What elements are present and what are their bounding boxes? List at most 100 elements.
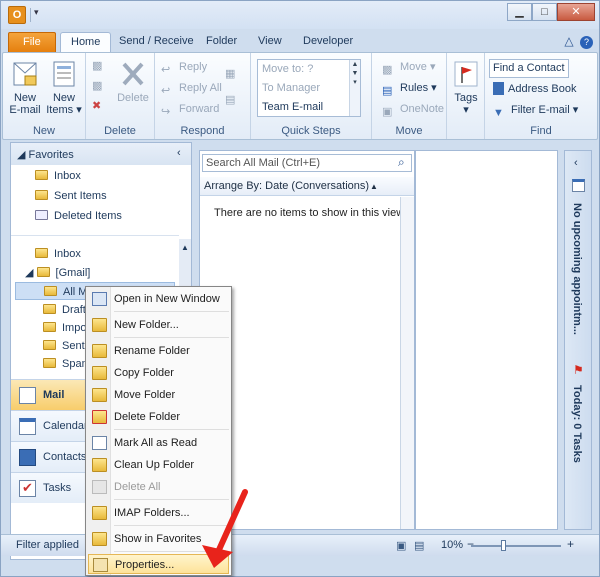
today-tasks[interactable]: Today: 0 Tasks: [571, 385, 583, 463]
menu-label: Delete All: [114, 481, 161, 493]
quick-steps-scroll[interactable]: ▲ ▼ ▾: [349, 60, 360, 116]
delete-label: Delete: [117, 92, 149, 104]
clean-up-icon[interactable]: ▩: [92, 77, 102, 95]
flag-icon: [454, 61, 478, 87]
onenote-button[interactable]: ▣ OneNote: [382, 100, 444, 118]
folder-spam[interactable]: Spam: [43, 355, 91, 373]
view-normal-icon[interactable]: ▣: [396, 539, 406, 552]
folder-inbox[interactable]: Inbox: [35, 245, 81, 263]
search-icon[interactable]: ⌕: [398, 155, 405, 170]
menu-label: Show in Favorites: [114, 533, 202, 545]
group-tags: Tags ▾: [447, 53, 485, 139]
favorites-icon: [92, 532, 107, 546]
title-bar: O ▾ ▁ □ ✕: [1, 1, 599, 29]
help-icon[interactable]: ?: [580, 36, 593, 49]
address-book-label: Address Book: [508, 83, 577, 95]
folder-gmail[interactable]: ◢ [Gmail]: [25, 264, 90, 282]
delete-all-icon: [92, 480, 107, 494]
tab-folder[interactable]: Folder: [196, 32, 247, 53]
menu-delete-folder[interactable]: Delete Folder: [88, 407, 229, 427]
maximize-button[interactable]: □: [532, 3, 557, 21]
junk-icon[interactable]: ✖: [92, 97, 101, 115]
menu-show-in-favorites[interactable]: Show in Favorites: [88, 529, 229, 549]
sort-icon[interactable]: ▲: [370, 177, 378, 196]
move-button[interactable]: ▩ Move ▾: [382, 58, 435, 76]
expand-todo-icon[interactable]: ‹: [574, 157, 578, 169]
tab-developer[interactable]: Developer: [293, 32, 363, 53]
quick-step-move-to[interactable]: Move to: ?: [258, 60, 360, 79]
zoom-knob[interactable]: [501, 540, 506, 551]
arrange-by[interactable]: Arrange By: Date (Conversations) ▲: [200, 177, 414, 196]
menu-properties[interactable]: Properties...: [88, 554, 229, 574]
outlook-logo-icon[interactable]: O: [8, 6, 26, 24]
tab-file[interactable]: File: [8, 32, 56, 53]
rules-button[interactable]: ▤ Rules ▾: [382, 79, 437, 97]
delete-button[interactable]: Delete: [116, 59, 150, 104]
quick-step-team-email[interactable]: Team E-mail: [258, 98, 360, 117]
folder-icon: [43, 322, 56, 332]
close-button[interactable]: ✕: [557, 3, 595, 21]
list-scrollbar[interactable]: [400, 197, 414, 529]
zoom-out-icon[interactable]: −: [467, 537, 474, 551]
tab-view[interactable]: View: [248, 32, 292, 53]
new-items-button[interactable]: New Items ▾: [45, 59, 83, 116]
tags-button[interactable]: Tags ▾: [450, 59, 482, 116]
reply-icon: ↩: [161, 64, 171, 76]
reply-all-button[interactable]: ↩ Reply All: [161, 79, 222, 97]
qat-customize-icon[interactable]: ▾: [34, 7, 39, 18]
reply-button[interactable]: ↩ Reply: [161, 58, 207, 76]
group-respond-label: Respond: [180, 125, 225, 137]
menu-label: Delete Folder: [114, 411, 181, 423]
fav-deleted-items[interactable]: Deleted Items: [35, 207, 122, 225]
group-delete-label: Delete: [104, 125, 136, 137]
group-quick-steps-label: Quick Steps: [281, 125, 341, 137]
menu-mark-all-read[interactable]: Mark All as Read: [88, 433, 229, 453]
new-email-button[interactable]: New E-mail: [7, 59, 43, 116]
quick-step-to-manager[interactable]: To Manager: [258, 79, 360, 98]
menu-imap-folders[interactable]: IMAP Folders...: [88, 503, 229, 523]
upcoming-appointments[interactable]: No upcoming appointm...: [571, 203, 583, 335]
group-new: New E-mail New Items ▾ New: [3, 53, 86, 139]
tab-send-receive[interactable]: Send / Receive: [109, 32, 204, 53]
reply-all-label: Reply All: [179, 82, 222, 94]
more-respond-icon[interactable]: ▤: [225, 91, 235, 109]
nav-scroll-up-icon[interactable]: ▲: [181, 239, 189, 257]
fav-inbox[interactable]: Inbox: [35, 167, 81, 185]
fav-deleted-label: Deleted Items: [54, 210, 122, 222]
folder-inbox-label: Inbox: [54, 248, 81, 260]
group-find: Find a Contact ▾ Address Book ▼ Filter E-…: [485, 53, 597, 139]
move-label: Move ▾: [400, 61, 436, 73]
folder-icon: [36, 267, 50, 277]
menu-separator: [114, 525, 229, 526]
zoom-in-icon[interactable]: +: [567, 537, 574, 551]
menu-copy-folder[interactable]: Copy Folder: [88, 363, 229, 383]
menu-delete-all: Delete All: [88, 477, 229, 497]
menu-label: Open in New Window: [114, 293, 220, 305]
qat-separator: [30, 8, 31, 22]
tab-home[interactable]: Home: [60, 32, 112, 53]
favorites-toggle[interactable]: ◢ Favorites: [17, 146, 74, 164]
empty-message: There are no items to show in this view.: [214, 207, 407, 219]
new-email-icon: [13, 62, 37, 86]
zoom-slider[interactable]: [471, 545, 561, 547]
menu-new-folder[interactable]: New Folder...: [88, 315, 229, 335]
view-reading-icon[interactable]: ▤: [414, 539, 424, 552]
fav-sent-items[interactable]: Sent Items: [35, 187, 107, 205]
menu-clean-up-folder[interactable]: Clean Up Folder: [88, 455, 229, 475]
mark-read-icon: [92, 436, 107, 450]
fav-inbox-label: Inbox: [54, 170, 81, 182]
find-contact-input[interactable]: Find a Contact ▾: [489, 59, 569, 91]
collapse-ribbon-icon[interactable]: △: [564, 34, 573, 48]
filter-email-button[interactable]: ▼ Filter E-mail ▾: [493, 101, 578, 119]
forward-button[interactable]: ↪ Forward: [161, 100, 219, 118]
address-book-button[interactable]: Address Book: [493, 80, 576, 98]
meeting-icon[interactable]: ▦: [225, 65, 235, 83]
group-quick-steps: Move to: ? To Manager Team E-mail ▲ ▼ ▾ Qu…: [251, 53, 372, 139]
menu-move-folder[interactable]: Move Folder: [88, 385, 229, 405]
minimize-button[interactable]: ▁: [507, 3, 532, 21]
menu-rename-folder[interactable]: Rename Folder: [88, 341, 229, 361]
ignore-icon[interactable]: ▩: [92, 57, 102, 75]
collapse-nav-icon[interactable]: ‹: [177, 144, 181, 162]
menu-open-new-window[interactable]: Open in New Window: [88, 289, 229, 309]
search-input[interactable]: Search All Mail (Ctrl+E): [202, 154, 412, 172]
